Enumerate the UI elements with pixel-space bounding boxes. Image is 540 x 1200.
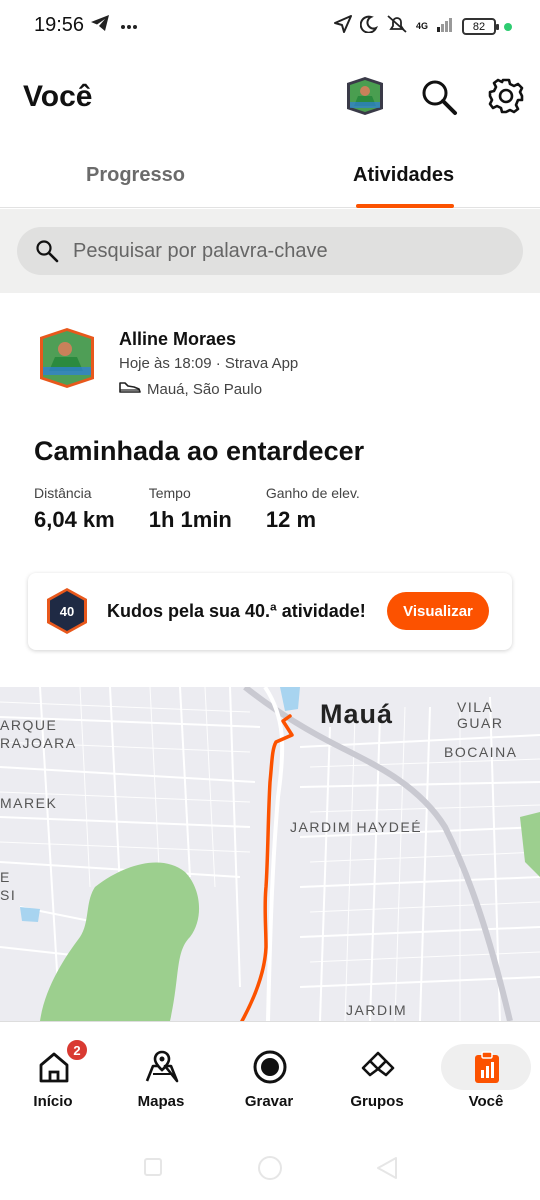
system-navigation-bar	[0, 1140, 540, 1200]
location-text: Mauá, São Paulo	[147, 380, 263, 398]
bottom-navigation: 2 Início Mapas Gravar Grupos Você	[0, 1021, 540, 1121]
status-bar: 19:56 4G 82	[0, 0, 540, 54]
do-not-disturb-moon-icon	[359, 15, 379, 38]
battery-indicator: 82	[462, 18, 499, 35]
stat-value: 6,04 km	[34, 507, 115, 532]
status-left-icons	[90, 14, 138, 37]
tab-progress[interactable]: Progresso	[86, 164, 185, 187]
nav-groups[interactable]: Grupos	[327, 1022, 427, 1118]
stat-distance: Distância 6,04 km	[34, 485, 115, 533]
tab-bar: Progresso Atividades	[0, 150, 540, 208]
location-arrow-icon	[333, 15, 352, 38]
athlete-avatar[interactable]	[39, 327, 95, 389]
privacy-dot	[504, 22, 512, 31]
activity-card[interactable]: Alline Moraes Hoje às 18:09 · Strava App…	[0, 293, 540, 1021]
shoe-icon	[119, 380, 141, 398]
stat-label: Ganho de elev.	[265, 485, 360, 501]
map-label: E	[0, 869, 11, 885]
muted-bell-icon	[386, 14, 408, 39]
stat-label: Distância	[34, 485, 92, 501]
back-triangle-icon[interactable]	[376, 1156, 398, 1185]
activity-meta: Hoje às 18:09 · Strava App	[119, 355, 299, 372]
map-label: VILA GUAR	[457, 699, 504, 731]
recent-apps-icon[interactable]	[144, 1158, 162, 1176]
nav-label: Início	[33, 1093, 73, 1110]
network-indicator: 4G	[416, 22, 428, 31]
battery-level: 82	[472, 20, 486, 33]
kudos-text: Kudos pela sua 40.ª atividade!	[107, 601, 366, 621]
milestone-badge-icon: 40	[46, 587, 88, 635]
page-header: Você	[0, 70, 540, 130]
map-label: JARDIM HAYDEÉ	[290, 819, 423, 835]
nav-label: Gravar	[244, 1093, 294, 1110]
search-input[interactable]	[73, 227, 503, 275]
search-section	[0, 209, 540, 293]
stat-label: Tempo	[148, 485, 191, 501]
map-label: SI	[0, 887, 17, 903]
athlete-name[interactable]: Alline Moraes	[119, 329, 236, 350]
search-icon[interactable]	[420, 78, 458, 116]
map-label: ARQUE	[0, 717, 58, 733]
network-type: 4G	[415, 21, 428, 31]
nav-maps[interactable]: Mapas	[111, 1022, 211, 1118]
nav-label: Você	[468, 1093, 504, 1110]
stat-time: Tempo 1h 1min	[149, 485, 232, 533]
stat-value: 12 m	[265, 507, 317, 532]
notification-badge: 2	[65, 1038, 89, 1062]
groups-icon	[361, 1050, 395, 1084]
map-label: JARDIM	[346, 1002, 408, 1018]
search-bar[interactable]	[17, 227, 523, 275]
signal-icon	[436, 16, 454, 37]
map-label: RAJOARA	[0, 735, 77, 751]
map-pin-icon	[145, 1050, 179, 1084]
map-label: MAREK	[0, 795, 58, 811]
more-dots-icon	[120, 17, 138, 35]
settings-gear-icon[interactable]	[488, 78, 524, 114]
home-circle-icon[interactable]	[258, 1156, 282, 1180]
stat-value: 1h 1min	[148, 507, 232, 532]
nav-home[interactable]: 2 Início	[3, 1022, 103, 1118]
map-canvas	[0, 687, 540, 1021]
map-city-label: Mauá	[320, 699, 394, 729]
tab-activities[interactable]: Atividades	[353, 164, 454, 187]
page-title: Você	[23, 80, 93, 113]
activity-location: Mauá, São Paulo	[119, 380, 262, 398]
clipboard-chart-icon	[470, 1050, 504, 1084]
nav-you[interactable]: Você	[436, 1022, 536, 1118]
map-label: BOCAINA	[444, 744, 518, 760]
nav-label: Mapas	[137, 1093, 185, 1110]
record-icon	[253, 1050, 287, 1084]
stat-elevation: Ganho de elev. 12 m	[266, 485, 360, 533]
badge-number: 40	[60, 604, 74, 619]
search-icon	[35, 239, 59, 263]
nav-label: Grupos	[350, 1093, 404, 1110]
status-time: 19:56	[34, 14, 85, 36]
nav-record[interactable]: Gravar	[219, 1022, 319, 1118]
route-map[interactable]: Mauá ARQUE RAJOARA MAREK E SI VILA GUAR …	[0, 687, 540, 1021]
activity-title[interactable]: Caminhada ao entardecer	[34, 436, 364, 467]
profile-avatar[interactable]	[346, 76, 384, 116]
status-right-icons: 4G 82	[333, 14, 512, 39]
view-button[interactable]: Visualizar	[387, 592, 489, 630]
activity-stats: Distância 6,04 km Tempo 1h 1min Ganho de…	[34, 485, 394, 533]
active-tab-indicator	[356, 204, 454, 208]
kudos-banner: 40 Kudos pela sua 40.ª atividade! Visual…	[28, 573, 512, 650]
telegram-icon	[90, 14, 110, 37]
